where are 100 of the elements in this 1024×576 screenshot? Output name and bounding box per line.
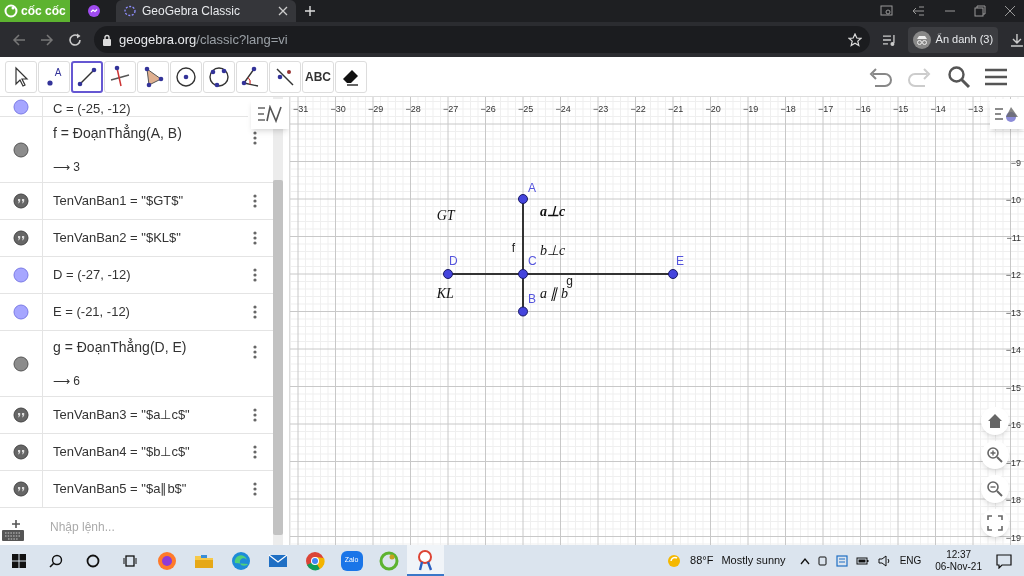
text-marker-icon[interactable] bbox=[13, 481, 29, 497]
zoom-in-icon bbox=[986, 446, 1004, 464]
algebra-value: ⟶ 3 bbox=[53, 159, 81, 176]
algebra-row[interactable]: TenVanBan5 = "$a∥b$" bbox=[0, 471, 273, 508]
text-marker-icon[interactable] bbox=[13, 230, 29, 246]
menu-icon[interactable] bbox=[985, 66, 1007, 87]
back-list-icon[interactable] bbox=[912, 5, 926, 17]
tool-button[interactable] bbox=[71, 60, 103, 93]
axis-tick-label: −12 bbox=[1005, 270, 1021, 280]
undo-icon[interactable] bbox=[867, 66, 893, 87]
music-list-icon[interactable] bbox=[881, 32, 898, 47]
math-text: KL bbox=[436, 286, 454, 302]
tool-button[interactable]: A bbox=[38, 60, 70, 93]
segment-label: g bbox=[566, 274, 573, 289]
more-vertical-icon[interactable] bbox=[253, 345, 257, 359]
command-input-field[interactable]: Nhập lệnh... bbox=[50, 517, 260, 536]
speaker-icon[interactable] bbox=[877, 554, 892, 567]
more-vertical-icon[interactable] bbox=[253, 131, 257, 145]
point-marker-icon[interactable] bbox=[13, 98, 29, 115]
incognito-icon bbox=[912, 30, 931, 49]
scrollbar-thumb[interactable] bbox=[273, 180, 283, 535]
axis-tick-label: −17 bbox=[1005, 457, 1021, 468]
new-tab-icon[interactable] bbox=[304, 5, 316, 17]
chevron-up-icon[interactable] bbox=[799, 556, 810, 565]
axis-tick-label: −21 bbox=[668, 104, 684, 114]
more-vertical-icon[interactable] bbox=[253, 445, 257, 459]
keyboard-icon[interactable] bbox=[2, 518, 26, 542]
axis-tick-label: −31 bbox=[293, 104, 309, 114]
chat-bubble-icon bbox=[88, 5, 100, 17]
point-marker-icon[interactable] bbox=[13, 267, 29, 283]
tool-button[interactable]: ABC bbox=[302, 60, 334, 93]
language-indicator[interactable]: ENG bbox=[899, 553, 922, 568]
taskbar-app[interactable] bbox=[407, 545, 444, 576]
algebra-text: C = (-25, -12) bbox=[53, 102, 132, 116]
notification-icon[interactable] bbox=[996, 552, 1012, 569]
axis-tick-label: −24 bbox=[555, 104, 571, 114]
download-icon[interactable] bbox=[1010, 32, 1024, 47]
reload-icon[interactable] bbox=[68, 32, 82, 47]
algebra-row[interactable]: D = (-27, -12) bbox=[0, 257, 273, 294]
math-text: a⊥c bbox=[539, 203, 566, 219]
zoom-out-icon bbox=[986, 480, 1004, 498]
weather-text[interactable]: Mostly sunny bbox=[721, 552, 786, 569]
more-vertical-icon[interactable] bbox=[253, 408, 257, 422]
axis-tick-label: −28 bbox=[405, 104, 421, 114]
notepad-icon[interactable] bbox=[835, 554, 848, 567]
close-icon[interactable] bbox=[278, 6, 288, 16]
dotted-ellipse-icon bbox=[124, 5, 136, 17]
text-marker-icon[interactable] bbox=[13, 444, 29, 460]
shapes-lines-icon bbox=[994, 105, 1020, 123]
point-marker-icon[interactable] bbox=[13, 304, 29, 320]
point bbox=[518, 194, 528, 204]
perpendicular-icon bbox=[108, 64, 132, 89]
browser-tab[interactable]: GeoGebra Classic bbox=[116, 0, 296, 22]
text-marker-icon[interactable] bbox=[13, 407, 29, 423]
windows-logo-icon bbox=[11, 553, 26, 568]
axis-tick-label: −15 bbox=[1005, 382, 1021, 393]
search-icon[interactable] bbox=[947, 64, 971, 89]
style-bar-button[interactable] bbox=[251, 99, 289, 129]
ring-icon bbox=[85, 553, 100, 568]
algebra-text: TenVanBan2 = "$KL$" bbox=[53, 229, 182, 248]
point-label: D bbox=[449, 254, 458, 268]
tricolor-circle-icon bbox=[304, 550, 325, 571]
clock-time[interactable]: 12:37 bbox=[946, 548, 972, 561]
address-field[interactable]: geogebra.org/classic?lang=vi bbox=[94, 26, 870, 53]
close-icon[interactable] bbox=[1004, 5, 1016, 17]
algebra-row[interactable]: TenVanBan3 = "$a⊥c$" bbox=[0, 397, 273, 434]
more-vertical-icon[interactable] bbox=[253, 482, 257, 496]
more-vertical-icon[interactable] bbox=[253, 305, 257, 319]
back-icon[interactable] bbox=[12, 32, 26, 47]
battery-icon[interactable] bbox=[855, 555, 870, 566]
style-bar-button[interactable] bbox=[990, 99, 1024, 129]
algebra-row[interactable]: TenVanBan2 = "$KL$" bbox=[0, 220, 273, 257]
circle-icon bbox=[174, 64, 198, 89]
algebra-text: E = (-21, -12) bbox=[53, 303, 131, 322]
forward-icon[interactable] bbox=[40, 32, 54, 47]
restore-icon[interactable] bbox=[974, 5, 986, 17]
more-vertical-icon[interactable] bbox=[253, 268, 257, 282]
axis-tick-label: −14 bbox=[1005, 345, 1021, 355]
text-marker-icon[interactable] bbox=[13, 193, 29, 209]
algebra-row[interactable]: TenVanBan1 = "$GT$" bbox=[0, 183, 273, 220]
segment-marker-icon[interactable] bbox=[13, 141, 29, 158]
axis-tick-label: −19 bbox=[1005, 532, 1021, 543]
axis-tick-label: −26 bbox=[480, 104, 496, 114]
more-vertical-icon[interactable] bbox=[253, 231, 257, 245]
algebra-text: f = ĐoạnThẳng(A, B) bbox=[53, 123, 183, 143]
algebra-row[interactable]: E = (-21, -12) bbox=[0, 294, 273, 331]
weather-temperature[interactable]: 88°F bbox=[690, 552, 714, 569]
algebra-row[interactable]: C = (-25, -12) bbox=[0, 97, 248, 117]
segment-marker-icon[interactable] bbox=[13, 355, 29, 372]
clock-date[interactable]: 06-Nov-21 bbox=[935, 560, 982, 573]
star-icon[interactable] bbox=[847, 32, 862, 47]
point bbox=[443, 269, 453, 279]
screenshot-search-icon[interactable] bbox=[880, 5, 894, 17]
fullscreen-button[interactable] bbox=[981, 509, 1009, 537]
home-button[interactable] bbox=[981, 407, 1009, 435]
axis-tick-label: −13 bbox=[1005, 307, 1021, 318]
profile-button[interactable]: Ẩn danh (3) bbox=[907, 26, 999, 53]
algebra-row[interactable]: TenVanBan4 = "$b⊥c$" bbox=[0, 434, 273, 471]
more-vertical-icon[interactable] bbox=[253, 194, 257, 208]
axis-tick-label: −25 bbox=[518, 104, 534, 114]
